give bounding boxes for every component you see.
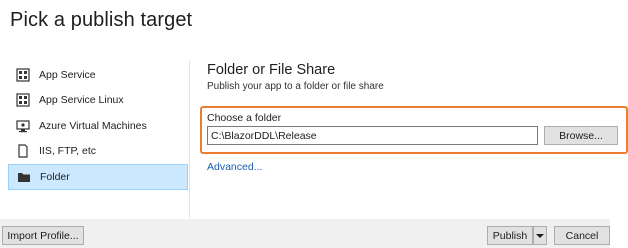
publish-dropdown-button[interactable]: [533, 226, 547, 245]
browse-button[interactable]: Browse...: [544, 126, 618, 145]
sidebar-item-label: App Service: [39, 68, 96, 81]
sidebar-item-app-service[interactable]: App Service: [8, 62, 188, 88]
sidebar-item-label: App Service Linux: [39, 94, 124, 107]
app-service-linux-icon: [16, 93, 30, 107]
cancel-button[interactable]: Cancel: [554, 226, 610, 245]
section-subtitle: Publish your app to a folder or file sha…: [207, 81, 384, 92]
app-service-icon: [16, 68, 30, 82]
publish-target-list: App Service App Service Linux Azure Virt…: [8, 62, 188, 190]
sidebar-item-app-service-linux[interactable]: App Service Linux: [8, 88, 188, 114]
document-icon: [16, 144, 30, 158]
folder-path-input[interactable]: [207, 126, 538, 145]
section-title: Folder or File Share: [207, 62, 336, 78]
sidebar-item-label: Folder: [40, 170, 70, 183]
publish-button[interactable]: Publish: [487, 226, 533, 245]
folder-label: Choose a folder: [207, 112, 282, 124]
page-title: Pick a publish target: [10, 9, 193, 31]
panel-divider: [189, 60, 190, 218]
target-details: Folder or File Share Publish your app to…: [207, 62, 384, 92]
sidebar-item-azure-vm[interactable]: Azure Virtual Machines: [8, 113, 188, 139]
advanced-link[interactable]: Advanced...: [207, 161, 262, 173]
virtual-machine-icon: [16, 119, 30, 133]
chevron-down-icon: [536, 230, 544, 242]
import-profile-button[interactable]: Import Profile...: [2, 226, 84, 245]
sidebar-item-iis-ftp[interactable]: IIS, FTP, etc: [8, 139, 188, 165]
sidebar-item-label: Azure Virtual Machines: [39, 119, 147, 132]
sidebar-item-label: IIS, FTP, etc: [39, 145, 96, 158]
folder-icon: [17, 170, 31, 184]
sidebar-item-folder[interactable]: Folder: [8, 164, 188, 190]
